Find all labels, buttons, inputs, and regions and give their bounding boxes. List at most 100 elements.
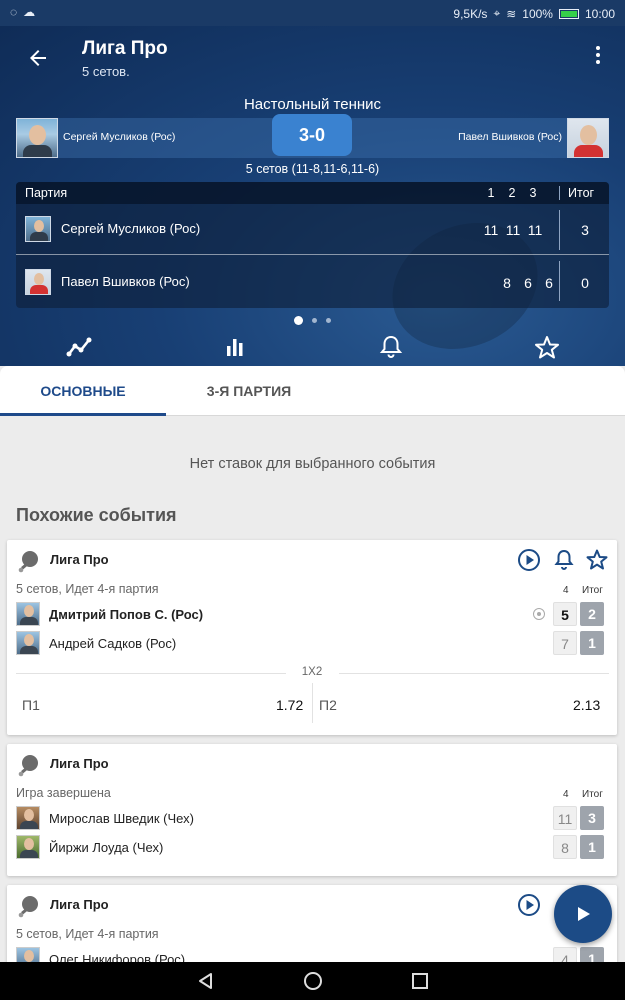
card-favorite-button[interactable] xyxy=(585,548,609,572)
circle-home-icon xyxy=(304,972,322,990)
nav-home-button[interactable] xyxy=(303,971,323,991)
play-stream-button[interactable] xyxy=(517,548,541,572)
player-avatar xyxy=(16,835,40,859)
row-separator xyxy=(16,254,609,255)
score-row: Сергей Мусликов (Рос) 11 11 11 3 xyxy=(16,204,609,254)
tab-main[interactable]: ОСНОВНЫЕ xyxy=(0,366,166,416)
player-avatar xyxy=(16,806,40,830)
set-score: 8 xyxy=(553,835,577,859)
player1-avatar xyxy=(16,118,58,158)
total-score: 3 xyxy=(580,806,604,830)
set-summary: 5 сетов (11-8,11-6,11-6) xyxy=(245,162,380,176)
wifi-icon: ≋ xyxy=(506,6,517,21)
set-col-header: 4 xyxy=(563,789,569,800)
player1-name: Сергей Мусликов (Рос) xyxy=(63,131,176,143)
player-name: Дмитрий Попов С. (Рос) xyxy=(49,607,204,622)
favorite-button[interactable] xyxy=(533,334,561,360)
event-card[interactable]: Лига Про 5 сетов, Идет 4-я партия 4 Итог… xyxy=(7,540,617,735)
status-bar: ◌ ☁ 9,5K/s ⌖ ≋ 100% 10:00 xyxy=(0,0,625,26)
nav-recents-button[interactable] xyxy=(410,971,430,991)
event-status: 5 сетов, Идет 4-я партия xyxy=(16,582,159,596)
row-divider xyxy=(559,261,560,301)
total-score: 1 xyxy=(580,835,604,859)
versus-bar: Сергей Мусликов (Рос) 3-0 Павел Вшивков … xyxy=(16,114,609,158)
market-divider xyxy=(339,673,609,674)
total-col-header: Итог xyxy=(582,789,603,800)
set-score: 11 xyxy=(483,222,499,238)
clock: 10:00 xyxy=(584,6,615,21)
notifications-button[interactable] xyxy=(377,334,405,360)
page-title: Лига Про xyxy=(82,38,168,59)
card-notify-button[interactable] xyxy=(552,548,576,572)
score-table-label: Партия xyxy=(25,186,68,200)
table-tennis-icon xyxy=(18,896,38,918)
event-card[interactable]: Лига Про Игра завершена 4 Итог Мирослав … xyxy=(7,744,617,876)
player2-name: Павел Вшивков (Рос) xyxy=(458,131,562,143)
set-score: 8 xyxy=(503,275,511,291)
play-stream-button[interactable] xyxy=(517,893,541,917)
player-avatar xyxy=(16,602,40,626)
odd-label: П1 xyxy=(22,697,40,713)
score-table: Партия 1 2 3 Итог Сергей Мусликов (Рос) … xyxy=(16,182,609,308)
play-circle-icon xyxy=(518,549,540,571)
market-name: 1X2 xyxy=(301,666,323,678)
bell-icon xyxy=(554,549,574,570)
back-button[interactable] xyxy=(26,46,50,70)
set-col-2: 2 xyxy=(508,186,516,200)
star-icon xyxy=(586,549,608,570)
odd-label: П2 xyxy=(319,697,337,713)
player-name: Мирослав Шведик (Чех) xyxy=(49,811,194,826)
league-name: Лига Про xyxy=(50,552,109,567)
score-row-name: Павел Вшивков (Рос) xyxy=(61,274,190,289)
play-icon xyxy=(578,907,590,921)
cloud-icon: ☁ xyxy=(23,5,36,19)
system-nav-bar xyxy=(0,962,625,1000)
total-col-header: Итог xyxy=(582,585,603,596)
player-avatar xyxy=(16,631,40,655)
set-score: 6 xyxy=(545,275,553,291)
set-score: 6 xyxy=(524,275,532,291)
timeline-button[interactable] xyxy=(65,334,93,360)
live-stream-fab[interactable] xyxy=(554,885,612,943)
serve-indicator-icon xyxy=(533,608,545,620)
row-divider xyxy=(559,210,560,250)
header-divider xyxy=(559,186,560,200)
network-speed: 9,5K/s xyxy=(453,6,488,21)
player-name: Йиржи Лоуда (Чех) xyxy=(49,840,164,855)
bell-icon xyxy=(379,335,403,358)
total-score: 3 xyxy=(581,222,589,238)
player1-mini-avatar xyxy=(25,216,51,242)
set-col-3: 3 xyxy=(529,186,537,200)
player-row: Андрей Садков (Рос) 7 1 xyxy=(7,630,617,658)
page-indicator[interactable] xyxy=(0,316,625,325)
event-status: Игра завершена xyxy=(16,786,111,800)
play-circle-icon xyxy=(518,894,540,916)
set-score: 11 xyxy=(505,222,521,238)
odd-value: 1.72 xyxy=(276,697,304,713)
odd-value: 2.13 xyxy=(573,697,601,713)
status-bar-left: ◌ ☁ xyxy=(10,5,35,19)
statistics-button[interactable] xyxy=(221,334,249,360)
set-col-1: 1 xyxy=(487,186,495,200)
table-tennis-icon xyxy=(18,551,38,573)
set-score: 7 xyxy=(553,631,577,655)
tab-third-set[interactable]: 3-Я ПАРТИЯ xyxy=(166,366,332,416)
score-row: Павел Вшивков (Рос) 8 6 6 0 xyxy=(16,257,609,307)
battery-icon xyxy=(558,8,579,19)
triangle-back-icon xyxy=(199,973,212,989)
score-row-name: Сергей Мусликов (Рос) xyxy=(61,221,201,236)
total-score: 0 xyxy=(581,275,589,291)
player-row: Дмитрий Попов С. (Рос) 5 2 xyxy=(7,601,617,629)
star-icon xyxy=(535,336,559,359)
square-recents-icon xyxy=(412,973,428,989)
more-menu-button[interactable] xyxy=(593,46,603,70)
set-score: 11 xyxy=(553,806,577,830)
battery-percent: 100% xyxy=(522,6,553,21)
league-name: Лига Про xyxy=(50,897,109,912)
event-status: 5 сетов, Идет 4-я партия xyxy=(16,927,159,941)
player2-mini-avatar xyxy=(25,269,51,295)
nav-back-button[interactable] xyxy=(196,971,216,991)
player-name: Андрей Садков (Рос) xyxy=(49,636,177,651)
arrow-left-icon xyxy=(30,50,46,66)
total-score: 2 xyxy=(580,602,604,626)
